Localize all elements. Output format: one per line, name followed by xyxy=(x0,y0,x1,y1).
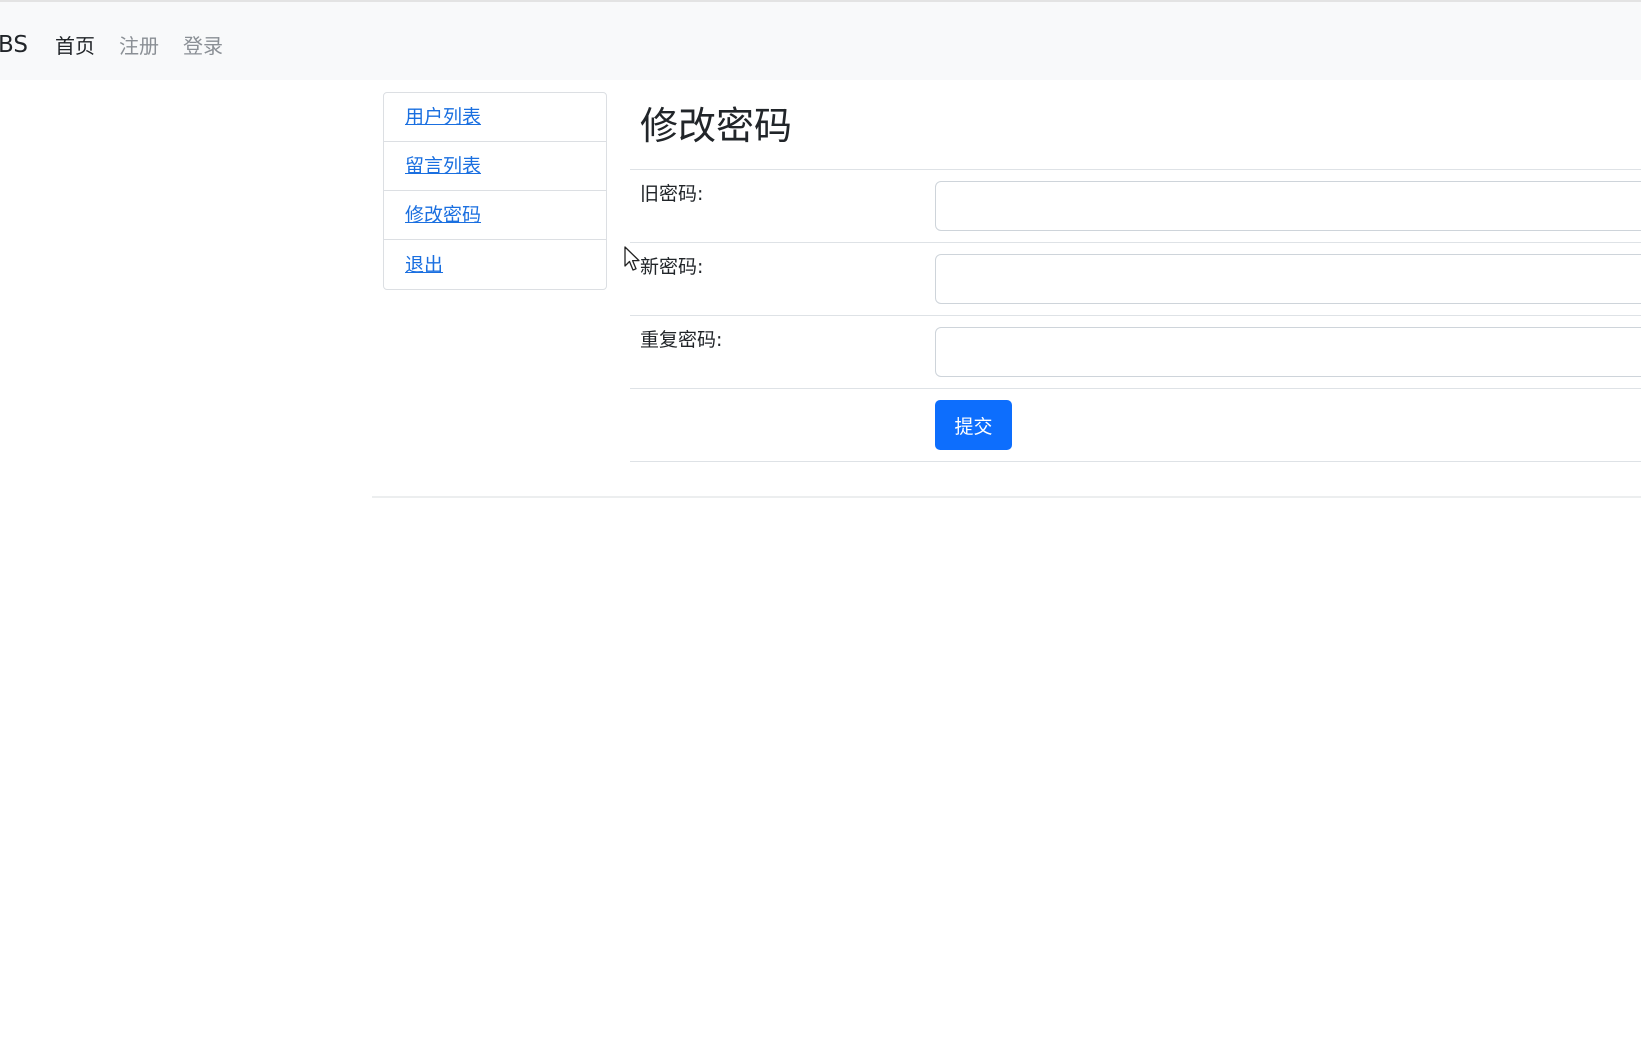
repeat-password-input[interactable] xyxy=(935,327,1641,377)
sidebar-item-message-list: 留言列表 xyxy=(384,142,606,191)
old-password-label: 旧密码: xyxy=(640,183,704,205)
form-row-submit: 提交 xyxy=(630,388,1641,462)
nav-link-login[interactable]: 登录 xyxy=(183,33,223,59)
new-password-input[interactable] xyxy=(935,254,1641,304)
content-divider xyxy=(372,496,1641,498)
form-row-repeat-password: 重复密码: xyxy=(630,315,1641,388)
page-title: 修改密码 xyxy=(640,104,793,148)
brand-logo[interactable]: BS xyxy=(0,30,28,60)
top-navbar: BS 首页 注册 登录 xyxy=(0,0,1641,80)
form-row-old-password: 旧密码: xyxy=(630,169,1641,242)
sidebar-link-change-password[interactable]: 修改密码 xyxy=(405,203,481,227)
change-password-form: 旧密码: 新密码: 重复密码: 提交 xyxy=(630,169,1641,462)
submit-button[interactable]: 提交 xyxy=(935,400,1012,450)
sidebar-menu: 用户列表 留言列表 修改密码 退出 xyxy=(383,92,607,290)
sidebar-link-logout[interactable]: 退出 xyxy=(405,253,443,277)
form-row-new-password: 新密码: xyxy=(630,242,1641,315)
nav-link-register[interactable]: 注册 xyxy=(119,33,159,59)
sidebar-item-user-list: 用户列表 xyxy=(384,93,606,142)
sidebar-item-logout: 退出 xyxy=(384,240,606,289)
sidebar-item-change-password: 修改密码 xyxy=(384,191,606,240)
sidebar-link-user-list[interactable]: 用户列表 xyxy=(405,105,481,129)
old-password-input[interactable] xyxy=(935,181,1641,231)
repeat-password-label: 重复密码: xyxy=(640,329,723,351)
nav-link-home[interactable]: 首页 xyxy=(55,33,95,59)
mouse-pointer-icon xyxy=(624,246,642,276)
sidebar-link-message-list[interactable]: 留言列表 xyxy=(405,154,481,178)
new-password-label: 新密码: xyxy=(640,256,704,278)
